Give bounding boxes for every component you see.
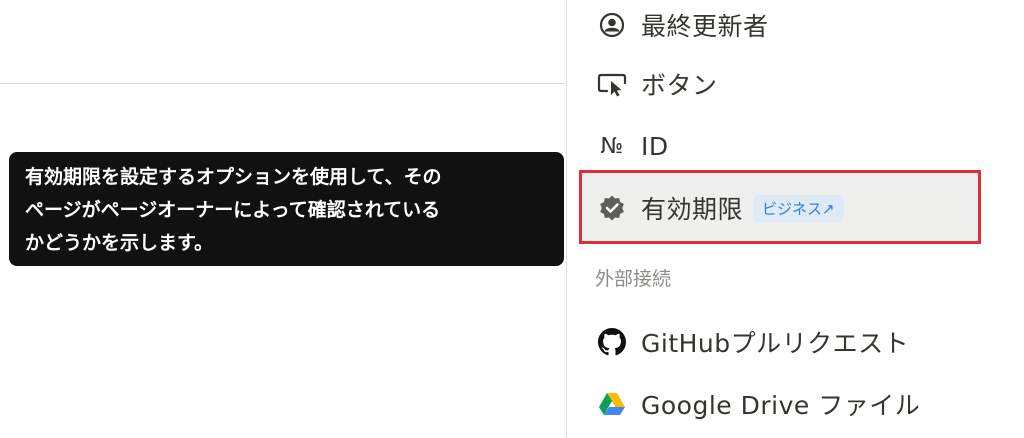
tooltip-line: 有効期限を設定するオプションを使用して、その [25, 166, 442, 188]
menu-item-last-edited-by[interactable]: 最終更新者 [595, 5, 769, 45]
header-divider [0, 83, 566, 84]
menu-item-label: ボタン [641, 71, 718, 100]
github-icon [595, 325, 629, 359]
menu-item-label: Google Drive ファイル [641, 391, 921, 420]
cursor-button-icon [595, 67, 629, 101]
menu-item-google-drive[interactable]: Google Drive ファイル [595, 384, 920, 424]
numero-icon: № [600, 133, 624, 159]
google-drive-icon [595, 387, 629, 421]
menu-item-github-pr[interactable]: GitHubプルリクエスト [595, 322, 909, 362]
menu-item-label: GitHubプルリクエスト [641, 329, 910, 358]
section-header-external-connections: 外部接続 [595, 268, 672, 290]
tooltip-line: ページがページオーナーによって確認されている [25, 199, 441, 221]
menu-item-label: 最終更新者 [641, 12, 769, 41]
annotation-highlight-box [579, 170, 981, 244]
menu-item-id[interactable]: № ID [595, 126, 669, 166]
property-type-menu: 最終更新者 ボタン № ID 有効期限 ビジネス↗ 外部接続 GitHubプルリ… [566, 0, 1024, 438]
menu-item-label: ID [641, 131, 669, 161]
menu-item-button[interactable]: ボタン [595, 64, 718, 104]
tooltip: 有効期限を設定するオプションを使用して、その ページがページオーナーによって確認… [9, 152, 564, 266]
tooltip-line: かどうかを示します。 [25, 232, 214, 254]
user-circle-icon [595, 8, 629, 42]
